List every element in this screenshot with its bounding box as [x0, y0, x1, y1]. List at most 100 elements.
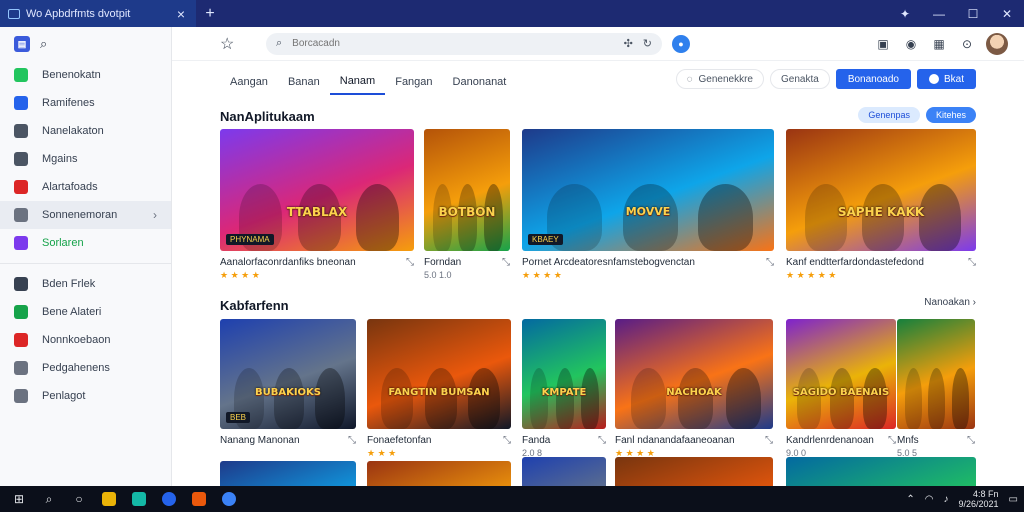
character-art — [468, 368, 500, 429]
game-thumbnail[interactable] — [367, 461, 511, 486]
game-card[interactable]: SAPHE KAKK Kanf endtterfardondastefedond ⤡… — [786, 129, 976, 281]
store-app-icon[interactable] — [126, 488, 152, 510]
bookmark-add-icon[interactable]: ✣ — [624, 37, 633, 50]
circle-icon[interactable]: ◉ — [902, 35, 920, 53]
search-input[interactable] — [292, 38, 614, 49]
search-icon[interactable]: ⌕ — [36, 488, 62, 510]
network-icon[interactable]: ◠ — [925, 494, 934, 505]
game-card[interactable]: KMPATE Fanda ⤡ 2.0 8 — [522, 319, 606, 458]
search-icon[interactable]: ⌕ — [40, 36, 47, 52]
task-view-icon[interactable]: ○ — [66, 488, 92, 510]
expand-icon[interactable]: ⤡ — [598, 435, 606, 446]
game-thumbnail[interactable] — [897, 319, 975, 429]
store-logo-icon[interactable]: ▤ — [14, 36, 30, 52]
clock[interactable]: 4:8 Fn 9/26/2021 — [959, 489, 999, 509]
sidebar-item[interactable]: Sorlaren — [0, 229, 171, 257]
sidebar-item[interactable]: Sonnenemoran › — [0, 201, 171, 229]
see-more-link[interactable]: Nanoakan › — [924, 297, 976, 308]
grid-icon[interactable]: ▦ — [930, 35, 948, 53]
media-app-icon[interactable] — [186, 488, 212, 510]
sidebar-item[interactable]: Bden Frlek — [0, 270, 171, 298]
expand-icon[interactable]: ⤡ — [766, 257, 774, 268]
nav-tab[interactable]: Danonanat — [443, 69, 517, 95]
active-app-icon[interactable] — [216, 488, 242, 510]
sidebar-item[interactable]: Pedgahenens — [0, 354, 171, 382]
sidebar-item[interactable]: Nanelakaton — [0, 117, 171, 145]
game-card[interactable]: SAGIDO BAENAIS Kandrlenrdenanoan ⤡ 9.0 0 — [786, 319, 896, 458]
gallery-icon[interactable]: ▣ — [874, 35, 892, 53]
game-thumbnail[interactable]: SAPHE KAKK — [786, 129, 976, 251]
file-explorer-icon[interactable] — [96, 488, 122, 510]
expand-icon[interactable]: ⤡ — [967, 435, 975, 446]
star-icon[interactable]: ☆ — [220, 34, 240, 54]
game-thumbnail[interactable]: BUBAKIOKS BEB — [220, 319, 356, 429]
expand-icon[interactable]: ⤡ — [406, 257, 414, 268]
search-bar[interactable]: ⌕ ✣ ↻ — [266, 32, 662, 55]
refresh-icon[interactable]: ↻ — [643, 37, 652, 50]
character-art — [581, 368, 599, 429]
game-thumbnail[interactable] — [220, 461, 356, 486]
game-thumbnail[interactable]: BOTBON — [424, 129, 510, 251]
chip-active[interactable]: Kitehes — [925, 107, 976, 123]
sidebar-item[interactable]: Alartafoads — [0, 173, 171, 201]
chip-filter[interactable]: Genenpas — [858, 107, 920, 123]
chevron-icon: ◌ — [686, 73, 693, 85]
game-thumbnail[interactable]: TTABLAX PHYNAMA — [220, 129, 414, 251]
character-art — [530, 368, 548, 429]
game-card[interactable]: MOVVE KBAEY Pornet Arcdeatoresnfamstebogve… — [522, 129, 774, 281]
sort-pill[interactable]: Genakta — [770, 69, 830, 89]
new-tab-button[interactable]: + — [196, 5, 224, 23]
game-card[interactable]: BUBAKIOKS BEB Nanang Manonan ⤡ — [220, 319, 356, 446]
game-logo-text: SAGIDO BAENAIS — [792, 387, 890, 398]
extensions-icon[interactable]: ✦ — [888, 0, 922, 27]
game-card[interactable]: NACHOAK Fanl ndanandafaaneoanan ⤡ ★ ★ ★ ★ — [615, 319, 773, 459]
game-thumbnail[interactable] — [522, 457, 606, 486]
game-thumbnail[interactable]: SAGIDO BAENAIS — [786, 319, 896, 429]
game-thumbnail[interactable]: KMPATE — [522, 319, 606, 429]
game-card[interactable]: FANGTIN BUMSAN Fonaefetonfan ⤡ ★ ★ ★ — [367, 319, 511, 459]
game-card[interactable]: TTABLAX PHYNAMA Aanalorfaconrdanfiks bneon… — [220, 129, 414, 281]
close-window-icon[interactable]: ✕ — [990, 0, 1024, 27]
category-icon — [14, 96, 28, 110]
game-thumbnail[interactable]: NACHOAK — [615, 319, 773, 429]
sidebar-item[interactable]: Penlagot — [0, 382, 171, 410]
sidebar-item[interactable]: Ramifenes — [0, 89, 171, 117]
clock-time: 4:8 Fn — [973, 489, 999, 499]
volume-icon[interactable]: ♪ — [944, 494, 949, 505]
nav-tab[interactable]: Nanam — [329, 69, 386, 95]
chevron-up-icon[interactable]: ⌃ — [906, 494, 914, 505]
expand-icon[interactable]: ⤡ — [348, 435, 356, 446]
game-thumbnail[interactable] — [786, 457, 976, 486]
camera-icon[interactable]: ⊙ — [958, 35, 976, 53]
browser-app-icon[interactable] — [156, 488, 182, 510]
close-tab-icon[interactable]: × — [174, 6, 188, 22]
game-thumbnail[interactable]: FANGTIN BUMSAN — [367, 319, 511, 429]
nav-tab[interactable]: Banan — [278, 69, 330, 95]
nav-tab[interactable]: Fangan — [385, 69, 442, 95]
expand-icon[interactable]: ⤡ — [888, 435, 896, 446]
sidebar-item[interactable]: Bene Alateri — [0, 298, 171, 326]
sidebar-item[interactable]: Nonnkoebaon — [0, 326, 171, 354]
game-thumbnail[interactable] — [615, 457, 773, 486]
expand-icon[interactable]: ⤡ — [765, 435, 773, 446]
filter-pill[interactable]: ◌ Genenekkre — [675, 69, 764, 89]
expand-icon[interactable]: ⤡ — [502, 257, 510, 268]
expand-icon[interactable]: ⤡ — [968, 257, 976, 268]
primary-button[interactable]: Bonanoado — [835, 69, 911, 89]
sidebar-item[interactable]: Mgains — [0, 145, 171, 173]
shield-icon[interactable]: ● — [672, 34, 690, 53]
nav-tab[interactable]: Aangan — [220, 69, 278, 95]
maximize-icon[interactable]: ☐ — [956, 0, 990, 27]
account-button[interactable]: Bkat — [916, 69, 976, 89]
game-card[interactable]: BOTBON Forndan ⤡ 5.0 1.0 — [424, 129, 510, 280]
search-icon: ⌕ — [276, 37, 283, 49]
start-icon[interactable]: ⊞ — [6, 488, 32, 510]
notifications-icon[interactable]: ▭ — [1009, 494, 1018, 505]
browser-tab[interactable]: Wo Apbdrfmts dvotpit × — [0, 0, 196, 27]
avatar[interactable] — [986, 32, 1008, 55]
minimize-icon[interactable]: — — [922, 0, 956, 27]
expand-icon[interactable]: ⤡ — [503, 435, 511, 446]
game-thumbnail[interactable]: MOVVE KBAEY — [522, 129, 774, 251]
sidebar-item[interactable]: Benenokatn — [0, 61, 171, 89]
game-card[interactable]: Mnfs ⤡ 5.0 5 — [897, 319, 975, 458]
